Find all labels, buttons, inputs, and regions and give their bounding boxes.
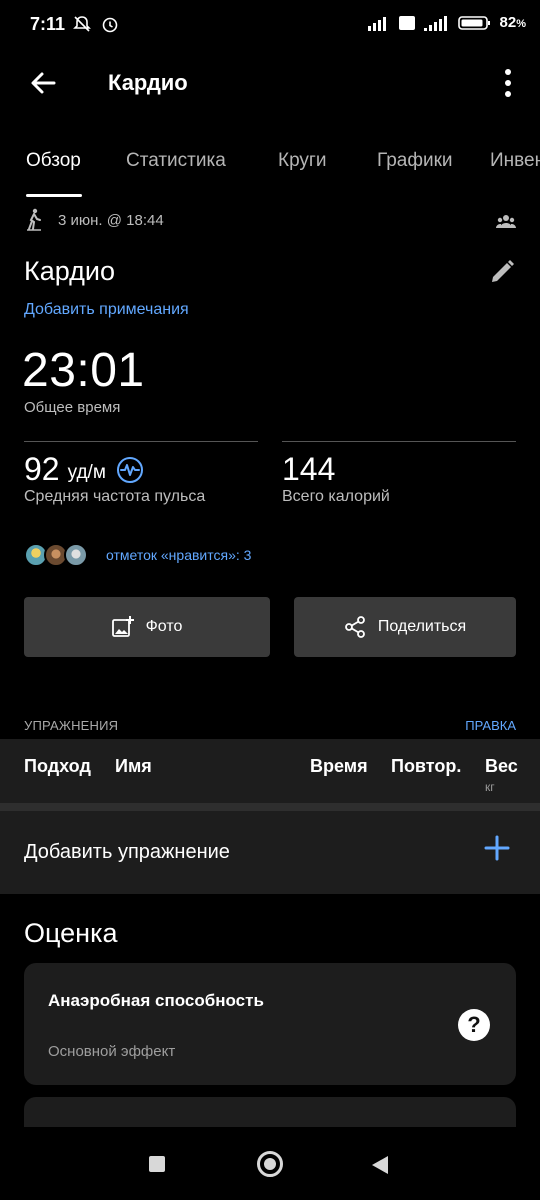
exercises-header: УПРАЖНЕНИЯ	[24, 718, 119, 733]
total-time-label: Общее время	[24, 399, 121, 416]
card-subtitle: Основной эффект	[48, 1043, 176, 1060]
volte-icon	[398, 15, 415, 30]
calories-label: Всего калорий	[282, 488, 390, 505]
column-weight: Вес	[485, 756, 518, 776]
add-photo-button[interactable]: Фото	[24, 597, 270, 657]
likes-count[interactable]: отметок «нравится»: 3	[106, 547, 251, 563]
tab-bar: Обзор Статистика Круги Графики Инвен	[0, 140, 540, 196]
add-notes-link[interactable]: Добавить примечания	[24, 301, 189, 319]
signal-icon	[367, 16, 386, 31]
more-vert-icon	[505, 69, 511, 97]
avg-hr-label: Средняя частота пульса	[24, 488, 206, 505]
exercises-table-header: Подход Имя Время Повтор. Вес кг	[0, 739, 540, 803]
avatar	[64, 543, 88, 567]
activity-name: Кардио	[24, 256, 115, 286]
rating-section-title: Оценка	[24, 918, 118, 948]
tab-indicator	[26, 194, 82, 197]
alarm-icon	[102, 17, 118, 33]
status-bar: 7:11 82%	[0, 0, 540, 52]
divider	[24, 441, 258, 442]
avg-hr-value: 92	[24, 451, 60, 487]
anaerobic-capacity-card[interactable]: Анаэробная способность Основной эффект ?	[24, 963, 516, 1085]
page-title: Кардио	[108, 70, 188, 95]
share-label: Поделиться	[377, 618, 467, 635]
walking-icon	[27, 208, 41, 231]
group-icon[interactable]	[496, 212, 516, 235]
edit-icon[interactable]	[488, 258, 516, 291]
add-photo-label: Фото	[145, 618, 183, 635]
activity-date: 3 июн. @ 18:44	[58, 211, 164, 229]
tab-overview[interactable]: Обзор	[26, 150, 81, 172]
battery-level: 82%	[499, 14, 526, 31]
recent-apps-button[interactable]	[149, 1156, 165, 1172]
tab-gear[interactable]: Инвен	[490, 150, 540, 172]
share-button[interactable]: Поделиться	[294, 597, 516, 657]
battery-icon	[457, 15, 490, 30]
column-weight-unit: кг	[485, 780, 495, 794]
plus-icon[interactable]	[484, 835, 510, 861]
exercises-edit-link[interactable]: ПРАВКА	[465, 718, 516, 733]
share-icon	[344, 616, 365, 638]
more-options-button[interactable]	[494, 64, 522, 104]
total-time-value: 23:01	[22, 344, 145, 397]
nav-back-icon[interactable]	[370, 1155, 390, 1175]
home-button[interactable]	[257, 1151, 283, 1177]
signal-4g-icon	[423, 15, 447, 31]
help-icon[interactable]: ?	[458, 1009, 490, 1041]
column-name: Имя	[115, 756, 152, 776]
column-reps: Повтор.	[391, 756, 462, 776]
likes-row[interactable]: отметок «нравится»: 3	[24, 543, 251, 567]
add-photo-icon	[111, 616, 134, 637]
tab-laps[interactable]: Круги	[278, 150, 326, 172]
activity-date-row: 3 июн. @ 18:44	[24, 208, 164, 232]
arrow-back-icon	[31, 72, 56, 94]
status-time: 7:11	[30, 14, 66, 34]
mute-notifications-icon	[73, 16, 91, 32]
add-exercise-label: Добавить упражнение	[24, 841, 230, 863]
avg-hr-unit: уд/м	[67, 461, 106, 483]
tab-charts[interactable]: Графики	[377, 150, 453, 172]
calories-value: 144	[282, 451, 336, 487]
add-exercise-row[interactable]: Добавить упражнение	[0, 811, 540, 894]
heart-rate-pulse-icon[interactable]	[116, 456, 144, 484]
divider	[282, 441, 516, 442]
divider	[0, 803, 540, 811]
card-title: Анаэробная способность	[48, 991, 264, 1010]
back-button[interactable]	[22, 64, 62, 104]
column-set: Подход	[24, 756, 91, 776]
avg-heart-rate: 92 уд/м	[24, 451, 144, 488]
column-time: Время	[310, 756, 368, 776]
tab-statistics[interactable]: Статистика	[126, 150, 226, 172]
